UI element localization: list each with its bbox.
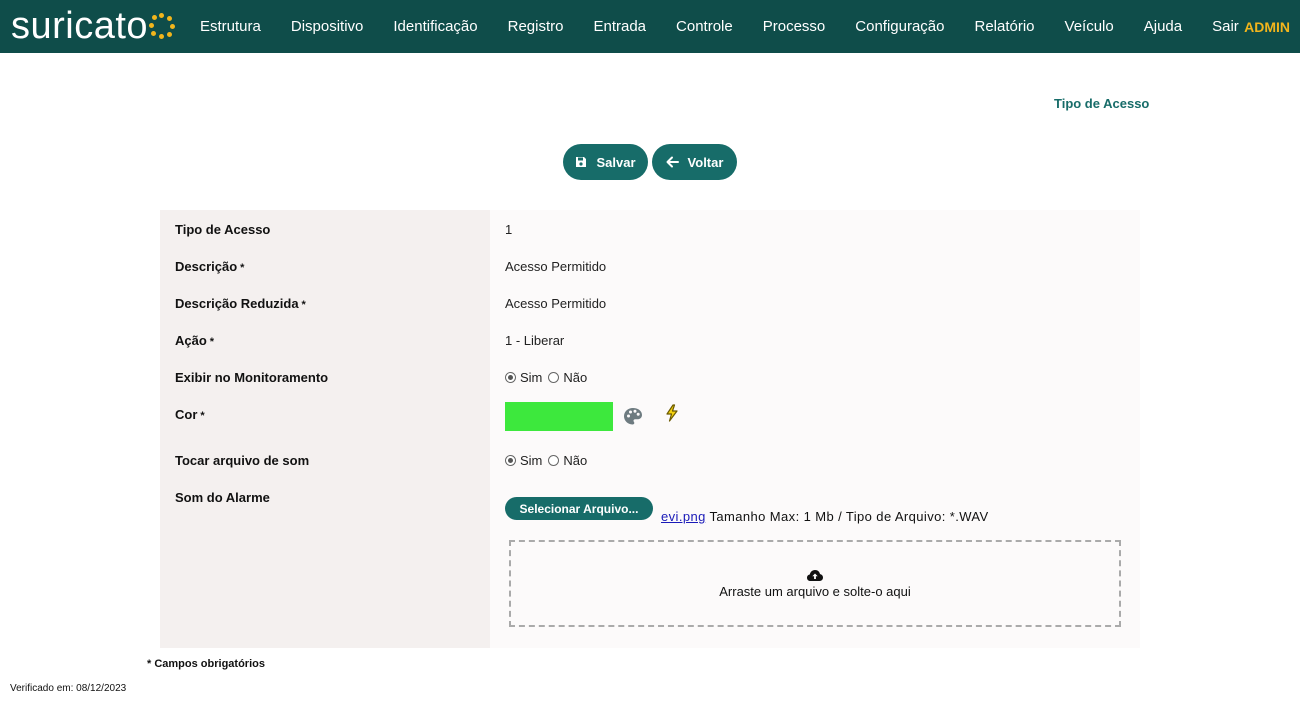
label-exibir-monitoramento: Exibir no Monitoramento xyxy=(175,370,329,385)
radio-tocar-sim-label: Sim xyxy=(520,453,543,468)
required-mark: * xyxy=(240,262,245,274)
color-swatch[interactable] xyxy=(505,402,613,431)
save-button[interactable]: Salvar xyxy=(563,144,648,180)
menu-ajuda[interactable]: Ajuda xyxy=(1129,18,1197,35)
logo-text: suricato xyxy=(11,5,149,47)
menu-registro[interactable]: Registro xyxy=(493,18,579,35)
radio-exibir-nao[interactable] xyxy=(548,372,560,383)
required-mark: * xyxy=(200,410,205,422)
back-button-label: Voltar xyxy=(687,154,724,170)
value-descricao: Acesso Permitido xyxy=(505,259,607,274)
radio-tocar-nao[interactable] xyxy=(548,455,560,466)
menu-entrada[interactable]: Entrada xyxy=(578,18,661,35)
radio-exibir-sim-label: Sim xyxy=(520,370,543,385)
value-acao: 1 - Liberar xyxy=(505,333,565,348)
menu-configuracao[interactable]: Configuração xyxy=(840,18,959,35)
save-button-label: Salvar xyxy=(596,154,636,170)
menu-identificacao[interactable]: Identificação xyxy=(378,18,492,35)
cloud-upload-icon xyxy=(807,570,823,581)
menu-veiculo[interactable]: Veículo xyxy=(1050,18,1129,35)
page-title: Tipo de Acesso xyxy=(1054,96,1150,111)
current-user-label[interactable]: ADMIN xyxy=(1244,0,1290,53)
label-descricao: Descrição * xyxy=(175,259,245,274)
value-tipo-acesso: 1 xyxy=(505,222,513,237)
radio-tocar-sim[interactable] xyxy=(505,455,516,466)
label-descricao-reduzida: Descrição Reduzida * xyxy=(175,296,306,311)
select-file-button[interactable]: Selecionar Arquivo... xyxy=(505,497,653,520)
required-mark: * xyxy=(301,299,306,311)
access-type-form: Tipo de Acesso Descrição * Descrição Redu… xyxy=(160,210,1140,648)
menu-controle[interactable]: Controle xyxy=(661,18,748,35)
verified-date: Verificado em: 08/12/2023 xyxy=(10,683,127,694)
label-cor: Cor * xyxy=(175,407,205,422)
label-acao: Ação * xyxy=(175,333,215,348)
label-som-alarme: Som do Alarme xyxy=(175,490,270,505)
file-info: evi.png Tamanho Max: 1 Mb / Tipo de Arqu… xyxy=(661,509,989,524)
top-navigation-bar: suricato Estrutura Dispositivo Identific… xyxy=(0,0,1300,53)
menu-dispositivo[interactable]: Dispositivo xyxy=(276,18,379,35)
logo-dots-icon xyxy=(149,13,176,39)
file-hint: Tamanho Max: 1 Mb / Tipo de Arquivo: *.W… xyxy=(709,509,989,524)
required-mark: * xyxy=(209,336,215,348)
palette-icon[interactable] xyxy=(623,407,643,426)
form-values-column: 1 Acesso Permitido Acesso Permitido 1 - … xyxy=(490,210,1140,648)
dropzone-text: Arraste um arquivo e solte-o aqui xyxy=(719,584,911,599)
lightning-bolt-icon[interactable] xyxy=(665,404,679,422)
label-tipo-acesso: Tipo de Acesso xyxy=(175,222,271,237)
radio-exibir-sim[interactable] xyxy=(505,372,516,383)
back-button[interactable]: Voltar xyxy=(652,144,737,180)
suricato-logo[interactable]: suricato xyxy=(11,4,176,48)
arrow-left-icon xyxy=(666,156,679,168)
required-fields-note: * Campos obrigatórios xyxy=(147,658,265,670)
value-descricao-reduzida: Acesso Permitido xyxy=(505,296,607,311)
menu-processo[interactable]: Processo xyxy=(748,18,841,35)
selected-file-link[interactable]: evi.png xyxy=(661,509,706,524)
exibir-monitoramento-radio-group: Sim Não xyxy=(505,370,591,385)
label-tocar-som: Tocar arquivo de som xyxy=(175,453,310,468)
radio-tocar-nao-label: Não xyxy=(563,453,588,468)
main-menu: Estrutura Dispositivo Identificação Regi… xyxy=(185,0,1254,53)
form-labels-column: Tipo de Acesso Descrição * Descrição Redu… xyxy=(160,210,490,648)
tocar-som-radio-group: Sim Não xyxy=(505,453,591,468)
menu-relatorio[interactable]: Relatório xyxy=(960,18,1050,35)
menu-estrutura[interactable]: Estrutura xyxy=(185,18,276,35)
radio-exibir-nao-label: Não xyxy=(563,370,588,385)
floppy-disk-icon xyxy=(576,157,587,167)
file-dropzone[interactable]: Arraste um arquivo e solte-o aqui xyxy=(509,540,1121,627)
